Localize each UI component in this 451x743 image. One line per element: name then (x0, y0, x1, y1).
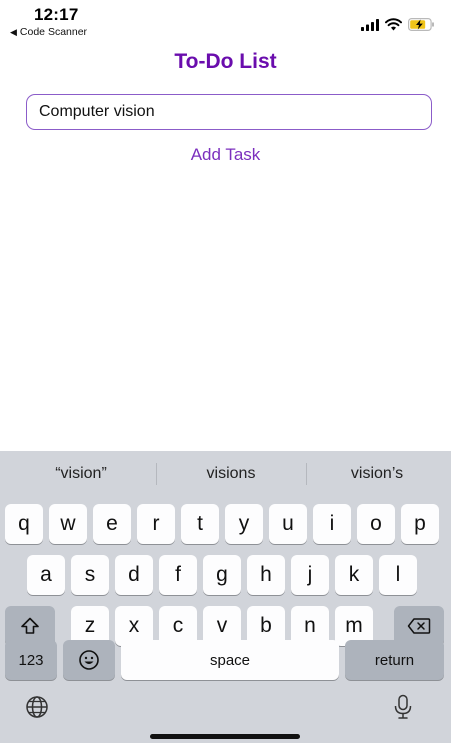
return-key[interactable]: return (345, 640, 444, 680)
key-letter[interactable]: p (401, 504, 439, 544)
key-letter[interactable]: q (5, 504, 43, 544)
key-letter[interactable]: e (93, 504, 131, 544)
key-letter[interactable]: a (27, 555, 65, 595)
key-letter[interactable]: l (379, 555, 417, 595)
back-to-app-link[interactable]: ◀ Code Scanner (10, 26, 87, 38)
suggestion-item[interactable]: visions (156, 465, 306, 483)
back-arrow-icon: ◀ (10, 26, 17, 37)
suggestion-item[interactable]: “vision” (6, 465, 156, 483)
shift-icon (21, 617, 39, 634)
globe-icon[interactable] (25, 695, 49, 719)
key-letter[interactable]: o (357, 504, 395, 544)
key-letter[interactable]: i (313, 504, 351, 544)
key-letter[interactable]: r (137, 504, 175, 544)
key-letter[interactable]: f (159, 555, 197, 595)
suggestion-item[interactable]: vision’s (302, 465, 451, 483)
key-letter[interactable]: g (203, 555, 241, 595)
keyboard: “vision” visions vision’s q w e r t y u … (0, 451, 451, 743)
key-letter[interactable]: d (115, 555, 153, 595)
page-title: To-Do List (174, 50, 277, 73)
status-icons (361, 18, 435, 31)
emoji-key[interactable] (63, 640, 115, 680)
backspace-icon (407, 618, 431, 634)
key-letter[interactable]: y (225, 504, 263, 544)
home-indicator (150, 734, 300, 739)
battery-charging-icon (408, 18, 434, 31)
task-input[interactable] (26, 94, 432, 130)
microphone-icon[interactable] (393, 694, 413, 720)
key-letter[interactable]: h (247, 555, 285, 595)
add-task-button[interactable]: Add Task (0, 145, 451, 165)
numbers-key[interactable]: 123 (5, 640, 57, 680)
back-app-label: Code Scanner (19, 26, 88, 38)
key-letter[interactable]: j (291, 555, 329, 595)
key-letter[interactable]: u (269, 504, 307, 544)
wifi-icon (385, 18, 402, 31)
emoji-icon (79, 650, 99, 670)
space-key[interactable]: space (121, 640, 339, 680)
status-time: 12:17 (34, 5, 79, 24)
signal-icon (361, 18, 379, 31)
suggestion-bar: “vision” visions vision’s (0, 451, 451, 497)
status-bar: 12:17 ◀ Code Scanner (0, 0, 451, 46)
key-letter[interactable]: k (335, 555, 373, 595)
key-letter[interactable]: s (71, 555, 109, 595)
key-letter[interactable]: w (49, 504, 87, 544)
key-letter[interactable]: t (181, 504, 219, 544)
